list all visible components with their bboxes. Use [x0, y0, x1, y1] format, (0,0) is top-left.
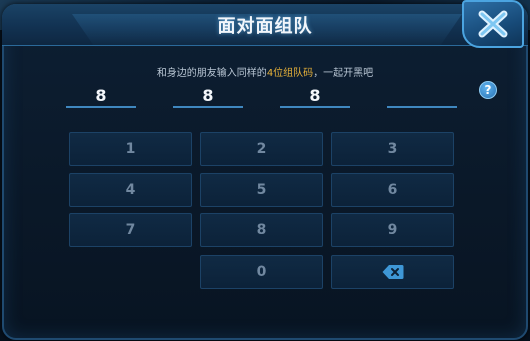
key-6[interactable]: 6	[331, 173, 454, 207]
key-9[interactable]: 9	[331, 213, 454, 247]
key-1[interactable]: 1	[69, 132, 192, 166]
hint-text: 和身边的朋友输入同样的4位组队码，一起开黑吧	[0, 64, 530, 79]
key-0[interactable]: 0	[200, 255, 323, 289]
key-3[interactable]: 3	[331, 132, 454, 166]
key-5[interactable]: 5	[200, 173, 323, 207]
dialog-title: 面对面组队	[217, 16, 313, 37]
key-7[interactable]: 7	[69, 213, 192, 247]
team-up-dialog	[2, 4, 528, 340]
key-8[interactable]: 8	[200, 213, 323, 247]
close-icon	[478, 10, 508, 38]
hint-text-before: 和身边的朋友输入同样的	[156, 68, 267, 79]
help-icon[interactable]: ?	[479, 81, 497, 99]
code-slot-3: 8	[280, 86, 350, 108]
code-slot-2: 8	[173, 86, 243, 108]
close-button[interactable]	[462, 0, 524, 48]
hint-text-after: ，一起开黑吧	[313, 68, 374, 79]
hint-text-highlight: 4位组队码	[266, 68, 314, 79]
key-4[interactable]: 4	[69, 173, 192, 207]
delete-key[interactable]	[331, 255, 454, 289]
backspace-icon	[382, 265, 403, 279]
code-slot-1: 8	[66, 86, 136, 108]
code-slot-4	[387, 86, 457, 108]
key-2[interactable]: 2	[200, 132, 323, 166]
